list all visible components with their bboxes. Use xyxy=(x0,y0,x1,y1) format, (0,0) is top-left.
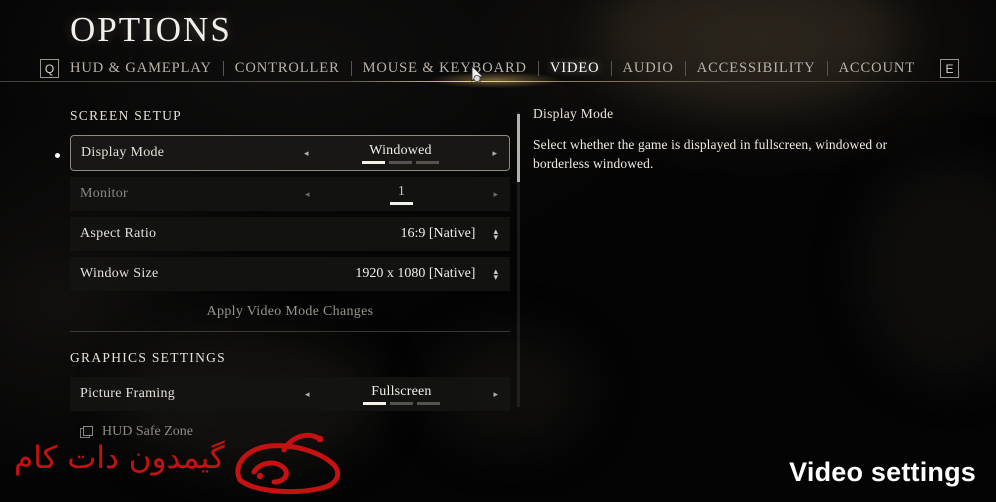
setting-row-window-size[interactable]: Window Size 1920 x 1080 [Native] ▴ ▾ xyxy=(70,257,510,291)
description-title: Display Mode xyxy=(533,106,614,121)
segment-indicator-picture-framing xyxy=(362,401,440,405)
chevron-down-icon[interactable]: ▾ xyxy=(493,233,498,242)
segment xyxy=(389,401,413,405)
apply-video-mode-changes-button[interactable]: Apply Video Mode Changes xyxy=(70,297,510,327)
setting-label-window-size: Window Size xyxy=(80,266,159,281)
segment xyxy=(388,160,412,164)
safe-zone-icon xyxy=(80,425,93,439)
setting-value-monitor: 1 xyxy=(397,183,406,199)
setting-value-window-size: 1920 x 1080 [Native] xyxy=(355,266,476,281)
setting-label-aspect-ratio: Aspect Ratio xyxy=(80,226,157,241)
tab-controller[interactable]: CONTROLLER xyxy=(224,60,351,77)
video-settings-caption: Video settings xyxy=(789,457,976,487)
setting-label-hud-safe-zone: HUD Safe Zone xyxy=(102,424,193,439)
stepper-window-size[interactable]: ▴ ▾ xyxy=(493,267,498,282)
tab-accessibility[interactable]: ACCESSIBILITY xyxy=(686,60,827,77)
segment xyxy=(389,201,413,205)
tab-audio[interactable]: AUDIO xyxy=(612,60,685,77)
setting-row-hud-safe-zone[interactable]: HUD Safe Zone xyxy=(70,417,510,447)
tab-video[interactable]: VIDEO xyxy=(539,60,611,77)
tabbar-underline xyxy=(0,81,996,82)
chevron-right-icon[interactable]: ▸ xyxy=(493,189,498,200)
setting-value-picture-framing: Fullscreen xyxy=(371,383,432,399)
settings-scrollbar-thumb[interactable] xyxy=(517,114,520,182)
setting-row-monitor[interactable]: Monitor ◂ 1 ▸ xyxy=(70,177,510,211)
setting-label-monitor: Monitor xyxy=(80,186,128,201)
setting-value-monitor-wrap: 1 xyxy=(309,184,493,205)
segment xyxy=(362,401,386,405)
category-tabbar: Q HUD & GAMEPLAY CONTROLLER MOUSE & KEYB… xyxy=(0,55,996,82)
section-divider xyxy=(70,331,510,332)
setting-value-aspect-ratio: 16:9 [Native] xyxy=(400,226,476,241)
tab-mouse-and-keyboard[interactable]: MOUSE & KEYBOARD xyxy=(352,60,538,77)
next-category-key-badge[interactable]: E xyxy=(939,59,959,78)
setting-row-aspect-ratio[interactable]: Aspect Ratio 16:9 [Native] ▴ ▾ xyxy=(70,217,510,251)
selected-row-bullet xyxy=(55,153,60,158)
chevron-right-icon[interactable]: ▸ xyxy=(493,389,498,400)
setting-row-picture-framing[interactable]: Picture Framing ◂ Fullscreen ▸ xyxy=(70,377,510,411)
page-title: OPTIONS xyxy=(70,10,232,49)
tab-account[interactable]: ACCOUNT xyxy=(828,60,926,77)
segment xyxy=(361,160,385,164)
segment xyxy=(415,160,439,164)
chevron-right-icon[interactable]: ▸ xyxy=(492,148,497,159)
description-body: Select whether the game is displayed in … xyxy=(533,137,888,171)
background-scene-blur xyxy=(860,160,996,380)
setting-label-picture-framing: Picture Framing xyxy=(80,386,176,401)
stepper-aspect-ratio[interactable]: ▴ ▾ xyxy=(493,227,498,242)
tab-hud-and-gameplay[interactable]: HUD & GAMEPLAY xyxy=(59,60,223,77)
settings-list: SCREEN SETUP Display Mode ◂ Windowed ▸ M… xyxy=(70,108,510,447)
segment-indicator-monitor xyxy=(389,201,413,205)
options-screen: OPTIONS Q HUD & GAMEPLAY CONTROLLER MOUS… xyxy=(0,0,996,502)
prev-category-key-badge[interactable]: Q xyxy=(40,59,59,78)
setting-value-display-mode-wrap: Windowed xyxy=(308,143,492,164)
setting-label-display-mode: Display Mode xyxy=(81,145,165,160)
section-heading-screen-setup: SCREEN SETUP xyxy=(70,108,182,123)
segment xyxy=(416,401,440,405)
description-panel: Display Mode Select whether the game is … xyxy=(533,106,913,173)
setting-row-display-mode[interactable]: Display Mode ◂ Windowed ▸ xyxy=(70,135,510,171)
section-heading-graphics-settings: GRAPHICS SETTINGS xyxy=(70,350,226,365)
segment-indicator-display-mode xyxy=(361,160,439,164)
setting-value-display-mode: Windowed xyxy=(369,142,432,158)
setting-value-picture-framing-wrap: Fullscreen xyxy=(309,384,493,405)
chevron-down-icon[interactable]: ▾ xyxy=(493,273,498,282)
